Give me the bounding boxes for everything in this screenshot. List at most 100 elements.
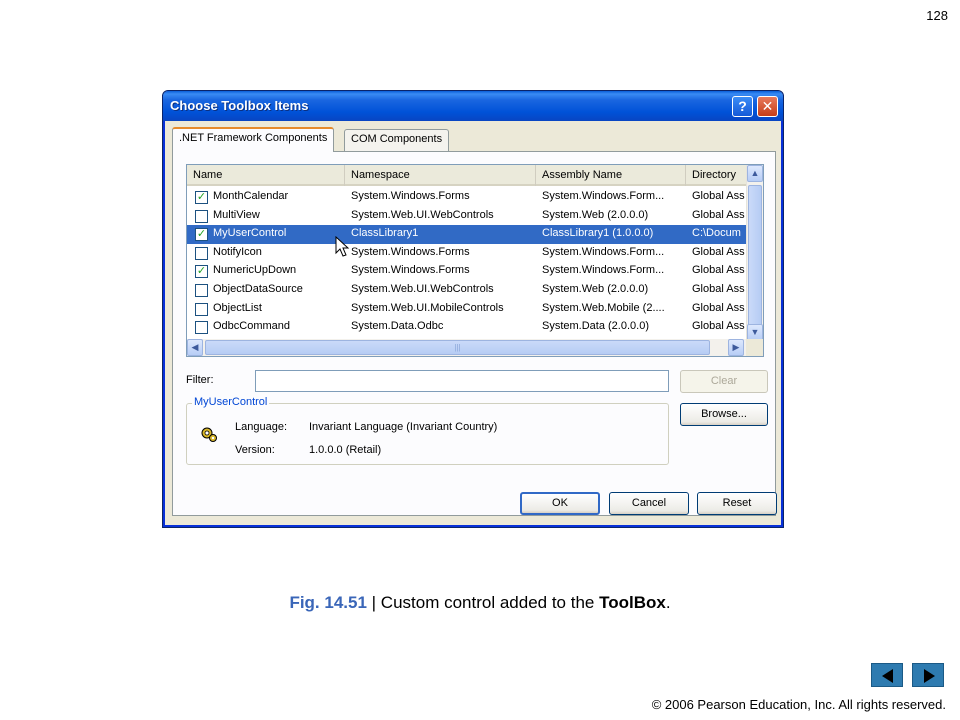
horizontal-scrollbar[interactable]: ◀ ||| ▶ [187, 339, 763, 356]
table-row[interactable]: ✓ MyUserControl ClassLibrary1 ClassLibrary1… [187, 225, 747, 244]
figure-number: Fig. 14.51 [289, 593, 367, 612]
table-row[interactable]: OdbcCommand System.Data.Odbc System.Data (… [187, 318, 747, 337]
choose-toolbox-items-dialog: Choose Toolbox Items ? ✕ .NET Framework … [162, 90, 784, 528]
dialog-title: Choose Toolbox Items [170, 98, 309, 113]
figure-caption: Fig. 14.51 | Custom control added to the… [0, 593, 960, 613]
clear-button[interactable]: Clear [680, 370, 768, 393]
caption-end: . [665, 593, 671, 612]
help-icon: ? [738, 98, 747, 114]
row-assembly-name: System.Web (2.0.0.0) [542, 282, 649, 295]
language-label: Language: [235, 421, 287, 433]
scrollbar-corner [746, 339, 763, 356]
row-assembly-name: System.Web.Mobile (2.... [542, 301, 665, 314]
column-header-assembly-name[interactable]: Assembly Name [536, 165, 686, 186]
caption-bold: ToolBox [599, 593, 666, 612]
row-name: MonthCalendar [213, 190, 289, 202]
row-namespace: System.Web.UI.WebControls [351, 282, 494, 295]
row-directory: Global Ass [692, 190, 745, 202]
row-assembly-name: System.Data (2.0.0.0) [542, 320, 649, 333]
copyright-notice: © 2006 Pearson Education, Inc. All right… [651, 697, 946, 712]
scroll-left-button[interactable]: ◀ [187, 339, 203, 356]
caption-separator: | [366, 593, 381, 612]
row-checkbox[interactable] [195, 283, 208, 297]
row-name: OdbcCommand [213, 320, 291, 333]
help-button[interactable]: ? [732, 96, 753, 117]
row-checkbox[interactable]: ✓ [195, 265, 208, 279]
table-row[interactable]: ✓ NumericUpDown System.Windows.Forms System… [187, 262, 747, 281]
row-namespace: System.Windows.Forms [351, 245, 470, 258]
components-list[interactable]: Name Namespace Assembly Name Directory ✓… [186, 164, 764, 357]
row-directory: Global Ass [692, 245, 745, 258]
row-namespace: System.Data.Odbc [351, 320, 444, 333]
table-row[interactable]: MultiView System.Web.UI.WebControls System… [187, 207, 747, 226]
close-icon: ✕ [761, 98, 774, 114]
row-directory: Global Ass [692, 282, 745, 295]
row-namespace: System.Web.UI.MobileControls [351, 301, 504, 314]
row-assembly-name: System.Windows.Form... [542, 245, 665, 258]
selected-component-groupbox: MyUserControl Language: Invariant Langua… [186, 396, 669, 465]
list-rows: ✓ MonthCalendar System.Windows.Forms System… [187, 188, 747, 355]
tab-net-framework-components[interactable]: .NET Framework Components [172, 127, 335, 152]
cancel-button[interactable]: Cancel [609, 492, 689, 515]
filter-label: Filter: [186, 374, 214, 386]
row-checkbox[interactable]: ✓ [195, 228, 208, 242]
column-header-namespace[interactable]: Namespace [345, 165, 536, 186]
close-button[interactable]: ✕ [757, 96, 778, 117]
grip-icon: ||| [454, 343, 461, 352]
chevron-down-icon: ▼ [750, 327, 760, 337]
previous-slide-button[interactable] [871, 663, 903, 687]
column-header-directory[interactable]: Directory [686, 165, 747, 186]
row-name: NotifyIcon [213, 245, 262, 258]
row-namespace: System.Web.UI.WebControls [351, 208, 494, 221]
vertical-scrollbar[interactable]: ▲ ▼ [746, 165, 763, 341]
table-row[interactable]: ✓ MonthCalendar System.Windows.Forms System… [187, 188, 747, 207]
arrow-left-icon [882, 669, 893, 683]
language-value: Invariant Language (Invariant Country) [309, 421, 498, 433]
row-assembly-name: System.Windows.Form... [542, 190, 665, 202]
dialog-body: .NET Framework Components COM Components… [167, 121, 779, 523]
version-label: Version: [235, 444, 275, 456]
row-directory: Global Ass [692, 301, 745, 314]
chevron-right-icon: ▶ [732, 342, 740, 352]
table-row[interactable]: ObjectDataSource System.Web.UI.WebControl… [187, 281, 747, 300]
row-checkbox[interactable] [195, 246, 208, 260]
scroll-right-button[interactable]: ▶ [728, 339, 744, 356]
row-checkbox[interactable] [195, 302, 208, 316]
table-row[interactable]: NotifyIcon System.Windows.Forms System.Win… [187, 244, 747, 263]
tab-panel: Name Namespace Assembly Name Directory ✓… [172, 151, 776, 516]
ok-button[interactable]: OK [520, 492, 600, 515]
row-directory: Global Ass [692, 320, 745, 333]
filter-input[interactable] [255, 370, 669, 392]
table-row[interactable]: ObjectList System.Web.UI.MobileControls Sy… [187, 300, 747, 319]
row-name: ObjectDataSource [213, 282, 303, 295]
scroll-up-button[interactable]: ▲ [747, 165, 763, 182]
row-name: MyUserControl [213, 227, 287, 240]
row-directory: Global Ass [692, 264, 745, 277]
vertical-scroll-thumb[interactable] [748, 185, 762, 329]
caption-text: Custom control added to the [380, 593, 600, 612]
mouse-cursor-icon [335, 236, 350, 257]
groupbox-title: MyUserControl [192, 396, 270, 408]
row-name: ObjectList [213, 301, 262, 314]
chevron-left-icon: ◀ [191, 342, 199, 352]
row-directory: C:\Docum [692, 227, 741, 240]
browse-button[interactable]: Browse... [680, 403, 768, 426]
column-header-name[interactable]: Name [187, 165, 345, 186]
row-namespace: System.Windows.Forms [351, 190, 470, 202]
horizontal-scroll-thumb[interactable]: ||| [205, 340, 710, 355]
row-checkbox[interactable] [195, 209, 208, 223]
row-assembly-name: System.Web (2.0.0.0) [542, 208, 649, 221]
chevron-up-icon: ▲ [750, 168, 760, 178]
gear-icon [201, 427, 217, 442]
row-checkbox[interactable] [195, 321, 208, 335]
row-assembly-name: System.Windows.Form... [542, 264, 665, 277]
title-bar: Choose Toolbox Items ? ✕ [163, 91, 783, 121]
row-checkbox[interactable]: ✓ [195, 191, 208, 204]
list-header: Name Namespace Assembly Name Directory [187, 165, 747, 186]
row-name: NumericUpDown [213, 264, 297, 277]
next-slide-button[interactable] [912, 663, 944, 687]
row-directory: Global Ass [692, 208, 745, 221]
row-namespace: ClassLibrary1 [351, 227, 419, 240]
tab-com-components[interactable]: COM Components [344, 129, 450, 151]
reset-button[interactable]: Reset [697, 492, 777, 515]
